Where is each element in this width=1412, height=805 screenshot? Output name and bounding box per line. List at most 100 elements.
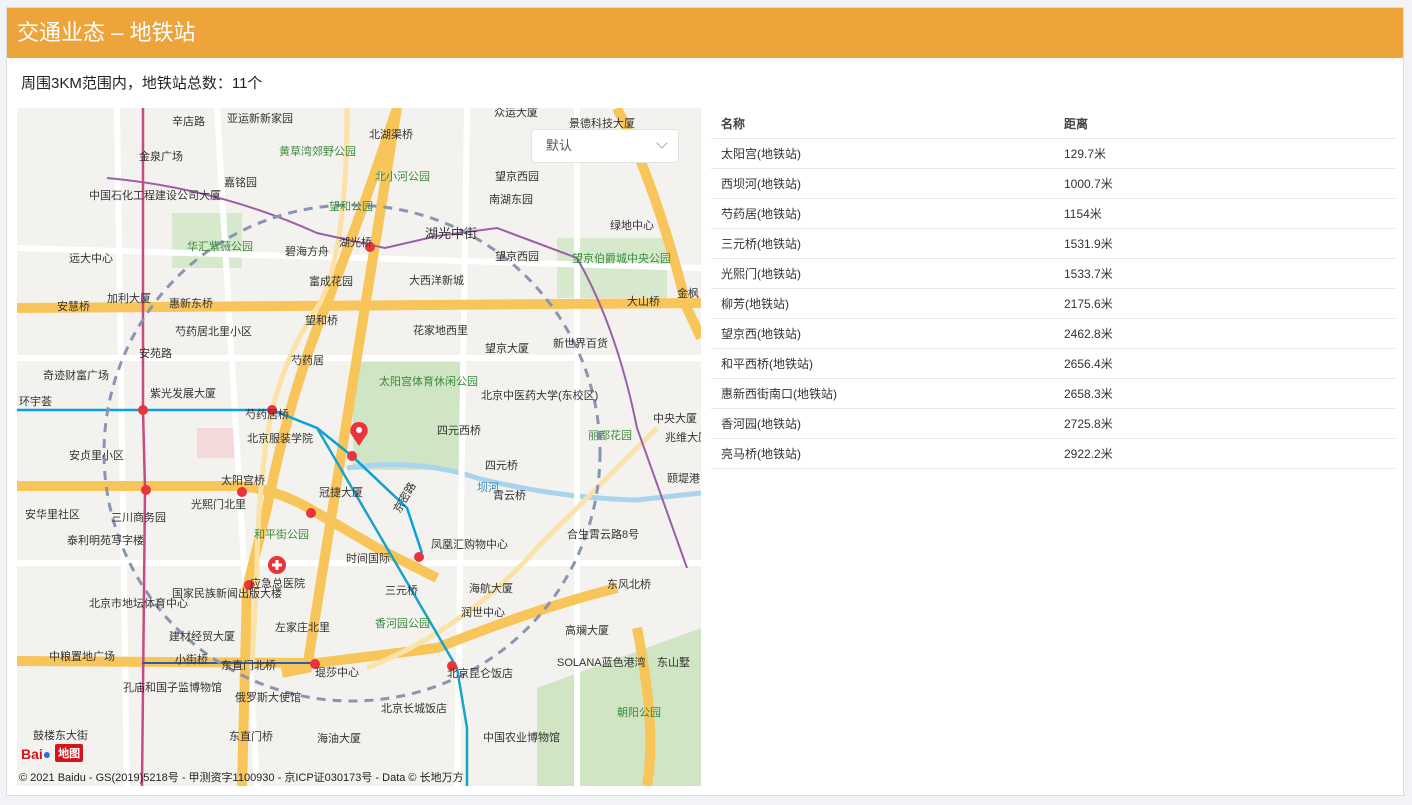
map-label: 东山墅 [657,656,690,669]
traffic-panel: 交通业态 – 地铁站 周围3KM范围内，地铁站总数：11个 辛店路 亚运新新家园… [6,7,1404,796]
block-area [197,428,237,458]
map-view[interactable]: 辛店路 亚运新新家园 北湖渠桥 众运大厦 景德科技大厦 金泉广场 黄草湾郊野公园… [17,108,701,786]
map-label: 大山桥 [627,294,660,308]
map-label: 海航大厦 [469,581,513,595]
baidu-logo-text: Bai [21,746,43,762]
table-row[interactable]: 太阳宫(地铁站) 129.7米 [711,138,1395,169]
map-label: 东直门桥 [229,729,273,743]
station-table-body: 太阳宫(地铁站) 129.7米 西坝河(地铁站) 1000.7米 芍药居(地铁站) 115… [711,138,1395,469]
map-label: 加利大厦 [107,291,151,305]
station-table: 名称 距离 太阳宫(地铁站) 129.7米 西坝河(地铁站) 1000.7米 芍药居(地… [711,108,1395,469]
map-style-select[interactable]: 默认 [531,129,679,163]
map-label: 光熙门北里 [191,497,246,511]
map-label: 湖光中街 [425,226,477,241]
station-name-cell: 柳芳(地铁站) [711,288,1054,319]
map-label: 东直门北桥 [221,658,276,672]
table-row[interactable]: 香河园(地铁站) 2725.8米 [711,408,1395,439]
table-row[interactable]: 亮马桥(地铁站) 2922.2米 [711,438,1395,469]
paw-icon: ● [42,746,52,762]
map-label: 碧海方舟 [285,244,329,258]
map-label: 坝河 [477,480,499,494]
table-row[interactable]: 光熙门(地铁站) 1533.7米 [711,258,1395,289]
table-row[interactable]: 柳芳(地铁站) 2175.6米 [711,288,1395,319]
baidu-map-logo[interactable]: Bai● 地图 [21,744,84,764]
map-label: 兆维大厦 [665,430,701,444]
station-name-cell: 香河园(地铁站) [711,408,1054,439]
map-copyright: © 2021 Baidu - GS(2019)5218号 - 甲测资字11009… [19,772,464,784]
station-summary: 周围3KM范围内，地铁站总数：11个 [21,75,263,92]
station-name-cell: 亮马桥(地铁站) [711,438,1054,469]
station-name-cell: 望京西(地铁站) [711,318,1054,349]
map-label: 辛店路 [172,114,205,128]
station-distance-cell: 1154米 [1054,198,1395,229]
map-label: 凤凰汇购物中心 [431,537,508,551]
map-label: 北湖渠桥 [369,128,413,141]
map-label: 惠新东桥 [169,296,213,310]
station-name-cell: 惠新西街南口(地铁站) [711,378,1054,409]
station-distance-cell: 2725.8米 [1054,408,1395,439]
map-label: 北京中医药大学(东校区) [481,388,598,402]
map-label: 泰利明苑写字楼 [67,533,144,547]
map-label: 花家地西里 [413,323,468,337]
map-label: 金枫 [677,286,699,300]
map-label: 海油大厦 [317,731,361,745]
map-label: 南湖东园 [489,193,533,206]
map-label: 芍药居桥 [245,408,289,421]
map-label: 高斓大厦 [565,623,609,637]
station-name-cell: 光熙门(地铁站) [711,258,1054,289]
map-label: 远大中心 [69,251,113,265]
map-label: 建材经贸大厦 [169,629,235,643]
map-label: 小街桥 [175,652,208,666]
map-canvas[interactable]: 辛店路 亚运新新家园 北湖渠桥 众运大厦 景德科技大厦 金泉广场 黄草湾郊野公园… [17,108,701,786]
map-label: 润世中心 [461,605,505,619]
map-label park-label: 香河园公园 [375,617,430,630]
station-dot [141,485,151,495]
map-label: 紫光发展大厦 [150,386,216,400]
map-label: 冠捷大厦 [319,485,363,499]
map-label: 三川商务园 [111,510,166,524]
map-label: SOLANA蓝色港湾 [557,655,646,669]
map-label: 中国农业博物馆 [483,730,560,744]
map-label: 湖光桥 [339,235,372,249]
map-label park-label: 黄草湾郊野公园 [279,144,356,158]
map-label: 绿地中心 [610,218,654,232]
table-row[interactable]: 惠新西街南口(地铁站) 2658.3米 [711,378,1395,409]
map-label: 安华里社区 [25,507,80,521]
map-label park-label: 北小河公园 [375,170,430,183]
map-label: 东风北桥 [607,578,651,591]
station-distance-cell: 2656.4米 [1054,348,1395,379]
map-label: 颐堤港 [667,472,700,485]
table-row[interactable]: 和平西桥(地铁站) 2656.4米 [711,348,1395,379]
map-label: 北京服装学院 [247,431,313,445]
station-name-cell: 芍药居(地铁站) [711,198,1054,229]
station-dot [414,552,424,562]
map-label: 孔庙和国子监博物馆 [123,680,222,694]
map-label: 众运大厦 [494,108,538,119]
map-label park-label: 朝阳公园 [617,706,661,719]
map-label: 金泉广场 [139,149,183,163]
map-label: 安贞里小区 [69,448,124,462]
station-dot [347,451,357,461]
map-label: 安苑路 [139,346,172,360]
station-table-container: 名称 距离 太阳宫(地铁站) 129.7米 西坝河(地铁站) 1000.7米 芍药居(地… [711,108,1395,469]
station-distance-cell: 129.7米 [1054,138,1395,169]
table-row[interactable]: 望京西(地铁站) 2462.8米 [711,318,1395,349]
map-label park-label: 望和公园 [329,200,373,213]
map-label: 左家庄北里 [275,620,330,634]
map-label park-label: 和平街公园 [254,527,309,541]
station-distance-cell: 2462.8米 [1054,318,1395,349]
map-label park-label: 太阳宫体育休闲公园 [379,374,478,388]
station-distance-cell: 2658.3米 [1054,378,1395,409]
map-label: 时间国际 [346,552,390,565]
map-label: 新世界百货 [553,336,608,350]
map-label: 奇迹财富广场 [43,368,109,382]
map-style-select-value: 默认 [546,138,573,153]
station-distance-cell: 2922.2米 [1054,438,1395,469]
map-label park-label: 华汇紫薇公园 [187,239,253,253]
station-dot [306,508,316,518]
table-row[interactable]: 芍药居(地铁站) 1154米 [711,198,1395,229]
map-label park-label: 丽都花园 [588,429,632,442]
table-row[interactable]: 西坝河(地铁站) 1000.7米 [711,168,1395,199]
table-row[interactable]: 三元桥(地铁站) 1531.9米 [711,228,1395,259]
station-distance-cell: 1533.7米 [1054,258,1395,289]
